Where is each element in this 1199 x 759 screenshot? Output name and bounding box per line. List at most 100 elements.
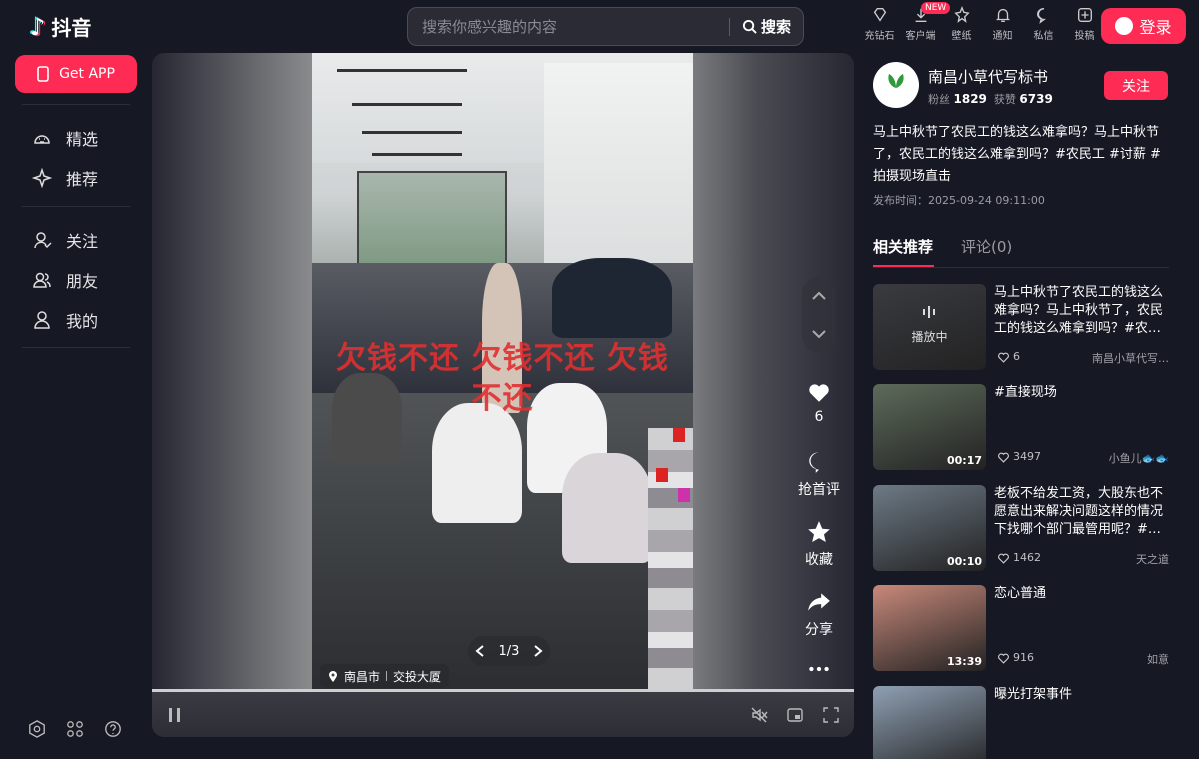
like-button[interactable]: 6 — [792, 379, 846, 425]
recommend-icon — [32, 168, 52, 188]
mute-icon[interactable] — [750, 706, 768, 724]
sidebar-item-me[interactable]: 我的 — [32, 308, 98, 332]
sidebar-item-recommend[interactable]: 推荐 — [32, 166, 98, 190]
get-app-button[interactable]: Get APP — [15, 55, 137, 93]
sidebar-divider — [22, 206, 130, 207]
tab-related[interactable]: 相关推荐 — [873, 236, 935, 267]
sidebar-item-following[interactable]: 关注 — [32, 228, 98, 252]
sidebar-divider — [22, 104, 130, 105]
video-duration: 00:10 — [946, 555, 982, 568]
recommendation-item[interactable]: 00:10 老板不给发工资，大股东也不愿意出来解决问题这样的情况下找哪个部门最管用… — [873, 485, 1169, 571]
follow-icon — [34, 232, 52, 249]
image-pager: 1/3 — [468, 636, 550, 666]
author-name[interactable]: 南昌小草代写标书 — [928, 66, 1048, 87]
chevron-down-icon[interactable] — [811, 329, 827, 339]
favorite-label: 收藏 — [805, 552, 833, 568]
search-bar: 搜索 — [407, 7, 804, 46]
recommendation-thumbnail: 00:10 — [873, 485, 986, 571]
recommendation-title: 马上中秋节了农民工的钱这么难拿吗？马上中秋节了，农民工的钱这么难拿到吗？#农… — [994, 285, 1164, 336]
fullscreen-icon[interactable] — [822, 706, 840, 724]
top-action-upload[interactable]: 投稿 — [1067, 6, 1102, 42]
recommendation-thumbnail: 00:17 — [873, 384, 986, 470]
app-logo[interactable]: ♪ 抖音 — [30, 12, 91, 41]
publish-time: 发布时间：2025-09-24 09:11:00 — [873, 192, 1045, 208]
recommendation-title: 恋心普通 — [994, 586, 1047, 601]
location-place: 交投大厦 — [393, 669, 442, 684]
recommendation-title: 老板不给发工资，大股东也不愿意出来解决问题这样的情况下找哪个部门最管用呢？#… — [994, 486, 1164, 537]
help-icon[interactable] — [104, 720, 122, 738]
tab-comments[interactable]: 评论(0) — [961, 236, 1012, 257]
top-action-label: 客户端 — [905, 31, 936, 42]
chevron-right-icon[interactable] — [533, 645, 543, 657]
top-action-wallpaper[interactable]: 壁纸 — [944, 6, 979, 42]
recommendation-author[interactable]: 南昌小草代写… — [1092, 350, 1169, 366]
profile-icon — [34, 311, 50, 329]
comment-label: 抢首评 — [798, 482, 840, 498]
app-name: 抖音 — [51, 16, 92, 40]
recommendation-title: #直接现场 — [994, 385, 1057, 400]
favorite-button[interactable]: 收藏 — [792, 519, 846, 569]
video-duration: 13:39 — [946, 655, 982, 668]
apps-icon[interactable] — [66, 720, 84, 738]
top-actions: 充钻石 NEW 客户端 壁纸 通知 私信 投稿 — [862, 2, 1102, 42]
star-icon — [808, 521, 830, 542]
comment-icon — [809, 452, 825, 473]
search-input[interactable] — [408, 17, 729, 36]
sidebar-item-label: 朋友 — [66, 272, 99, 291]
recommendation-likes: 916 — [997, 651, 1034, 664]
share-icon — [808, 593, 830, 611]
top-action-client[interactable]: NEW 客户端 — [903, 2, 951, 42]
chevron-up-icon[interactable] — [811, 291, 827, 301]
share-button[interactable]: 分享 — [792, 589, 846, 639]
sidebar-item-featured[interactable]: 精选 — [32, 126, 98, 150]
recommendation-likes: 1462 — [997, 551, 1041, 564]
recommendation-likes: 6 — [997, 350, 1020, 363]
picture-in-picture-icon[interactable] — [786, 706, 804, 724]
login-label: 登录 — [1139, 18, 1172, 37]
heart-outline-icon — [998, 553, 1009, 564]
follow-button[interactable]: 关注 — [1104, 71, 1168, 100]
top-action-notify[interactable]: 通知 — [985, 6, 1020, 42]
sidebar-footer — [28, 720, 122, 738]
top-action-message[interactable]: 私信 — [1026, 6, 1061, 42]
login-button[interactable]: 登录 — [1101, 8, 1186, 44]
recommendation-item[interactable]: 00:17 #直接现场 3497 小鱼儿🐟🐟 — [873, 384, 1169, 470]
recommendation-item[interactable]: 曝光打架事件 — [873, 686, 1169, 759]
author-avatar[interactable] — [873, 62, 919, 108]
heart-outline-icon — [998, 452, 1009, 463]
equalizer-icon — [922, 304, 936, 324]
like-count: 6 — [814, 409, 824, 425]
search-button[interactable]: 搜索 — [730, 16, 803, 37]
location-city: 南昌市 — [344, 669, 381, 684]
recommendation-like-count: 3497 — [1013, 450, 1041, 463]
now-playing-label: 播放中 — [911, 330, 948, 344]
video-nav — [802, 277, 836, 353]
recommendation-author[interactable]: 天之道 — [1136, 551, 1169, 567]
location-tag[interactable]: 南昌市 交投大厦 — [320, 664, 450, 688]
diamond-icon — [873, 8, 886, 22]
post-description: 马上中秋节了农民工的钱这么难拿吗？马上中秋节了，农民工的钱这么难拿到吗？#农民工… — [873, 125, 1161, 184]
pause-icon[interactable] — [166, 706, 184, 724]
top-action-diamond[interactable]: 充钻石 — [862, 6, 897, 42]
video-overlay-text: 欠钱不还 欠钱不还 欠钱不还 — [336, 341, 669, 416]
recommendation-item[interactable]: 13:39 恋心普通 916 如意 — [873, 585, 1169, 671]
video-player[interactable]: 欠钱不还 欠钱不还 欠钱不还 6 抢首评 收藏 分享 1/3 南昌市 交投大厦 — [152, 53, 854, 737]
panel-tabs: 相关推荐 评论(0) — [873, 236, 1012, 267]
search-icon — [742, 19, 757, 34]
douyin-logo-icon: ♪ — [30, 12, 46, 41]
publish-time-value: 2025-09-24 09:11:00 — [928, 194, 1045, 207]
sidebar-item-friends[interactable]: 朋友 — [32, 268, 98, 292]
featured-icon — [34, 135, 50, 144]
chevron-left-icon[interactable] — [475, 645, 485, 657]
recommendation-author[interactable]: 如意 — [1147, 651, 1169, 667]
recommendation-author[interactable]: 小鱼儿🐟🐟 — [1109, 450, 1169, 466]
sidebar-divider — [22, 347, 130, 348]
tab-divider — [873, 267, 1169, 268]
settings-icon[interactable] — [28, 720, 46, 738]
share-label: 分享 — [805, 622, 833, 638]
recommendation-item[interactable]: 播放中 马上中秋节了农民工的钱这么难拿吗？马上中秋节了，农民工的钱这么难拿到吗？#… — [873, 284, 1169, 370]
player-controls — [152, 692, 854, 737]
comment-button[interactable]: 抢首评 — [792, 449, 846, 499]
more-button[interactable] — [792, 656, 846, 686]
recommendation-thumbnail — [873, 686, 986, 759]
